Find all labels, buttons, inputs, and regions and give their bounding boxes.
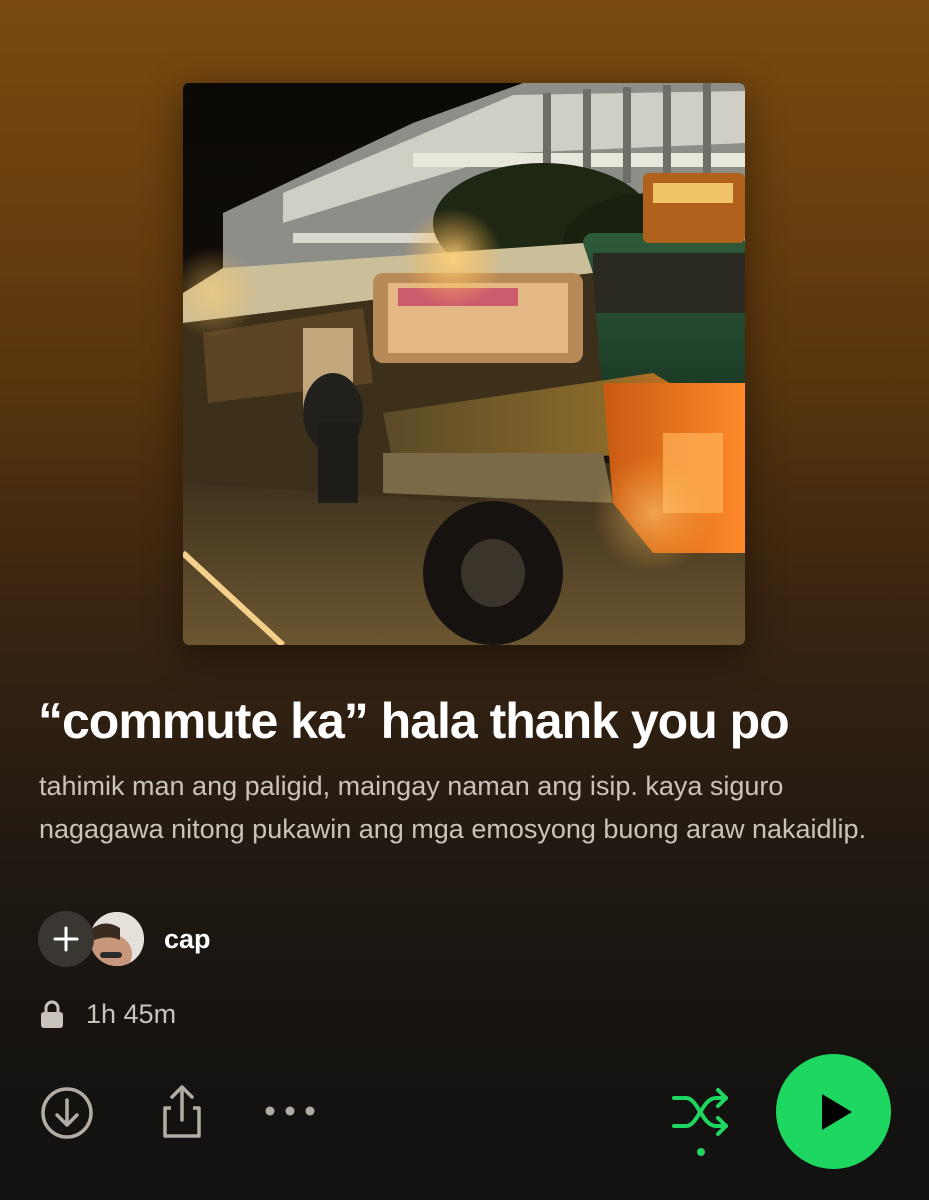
- plus-icon: [53, 926, 79, 952]
- download-button[interactable]: [38, 1084, 96, 1142]
- more-dots-icon: [265, 1106, 315, 1116]
- owner-row: cap: [38, 910, 211, 968]
- play-button[interactable]: [776, 1054, 891, 1169]
- playlist-meta: 1h 45m: [38, 994, 176, 1034]
- cover-artwork: [183, 83, 745, 645]
- lock-icon: [41, 1000, 63, 1028]
- owner-name[interactable]: cap: [164, 924, 211, 955]
- playlist-cover-image: [183, 83, 745, 645]
- play-icon: [821, 1093, 852, 1130]
- owner-avatar[interactable]: [90, 912, 144, 966]
- avatar-image: [90, 912, 144, 966]
- playlist-duration: 1h 45m: [86, 998, 177, 1029]
- share-button[interactable]: [154, 1080, 210, 1144]
- shuffle-button[interactable]: [668, 1080, 734, 1160]
- shuffle-icon: [672, 1088, 728, 1156]
- more-options-button[interactable]: [262, 1094, 318, 1128]
- playlist-title: “commute ka” hala thank you po: [38, 693, 790, 749]
- download-circle-icon: [41, 1087, 93, 1139]
- playlist-description: tahimik man ang paligid, maingay naman a…: [39, 771, 867, 844]
- share-icon: [163, 1085, 201, 1138]
- add-collaborator-button[interactable]: [38, 911, 94, 967]
